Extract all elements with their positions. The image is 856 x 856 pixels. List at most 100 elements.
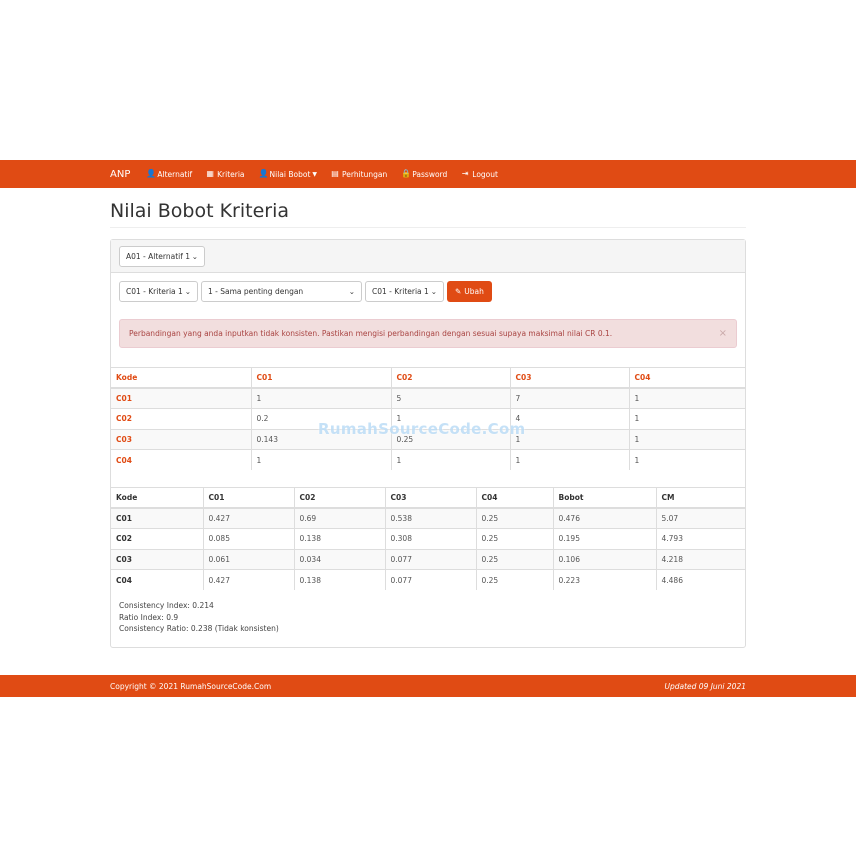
column-header: C02 [293,487,385,509]
table-cell: 4.793 [655,528,745,549]
column-header: C01 [250,367,391,389]
nav-label: Nilai Bobot [269,169,311,179]
close-icon[interactable]: × [719,328,727,339]
alternatif-select[interactable]: A01 - Alternatif 1 ⌄ [119,246,205,267]
nav-label: Kriteria [217,169,245,179]
calendar-icon: ▤ [331,169,339,178]
footer: Copyright © 2021 RumahSourceCode.Com Upd… [0,675,856,697]
table-cell: 0.138 [293,569,385,590]
table-row: C04 0.427 0.138 0.077 0.25 0.223 4.486 [111,569,745,590]
kriteria2-select[interactable]: C01 - Kriteria 1 ⌄ [365,281,444,302]
ratio-index: Ratio Index: 0.9 [119,612,179,622]
table-cell: 1 [628,449,745,470]
button-label: Ubah [464,287,484,296]
chevron-down-icon: ⌄ [348,287,355,296]
nav-perhitungan[interactable]: ▤ Perhitungan [331,170,387,179]
lock-icon: 🔒 [401,169,412,178]
table-cell: 0.061 [202,548,294,570]
table-cell: 0.308 [384,528,476,549]
table-cell: 0.25 [475,528,553,549]
table-row: C02 0.085 0.138 0.308 0.25 0.195 4.793 [111,528,745,549]
updated-text: Updated 09 Juni 2021 [664,681,746,691]
table-cell: 1 [509,428,629,450]
table-cell: 0.138 [293,528,385,549]
table-cell: 0.106 [552,548,656,570]
navbar: ANP 👤 Alternatif ▦ Kriteria 👤 Nilai Bobot ▼ … [0,160,856,188]
column-header: C04 [628,367,745,389]
nav-password[interactable]: 🔒 Password [401,170,447,179]
table-cell: 1 [628,408,745,429]
page-title: Nilai Bobot Kriteria [110,200,289,222]
consistency-ratio: Consistency Ratio: 0.238 (Tidak konsiste… [119,624,279,633]
table-cell: 5 [390,387,510,409]
nav-label: Logout [472,169,498,179]
table-cell: 0.427 [202,569,294,590]
table-cell: 0.69 [293,507,385,529]
user-icon: 👤 [146,169,157,178]
table-cell: 0.538 [384,507,476,529]
comparison-matrix-table: Kode C01 C02 C03 C04 C01 1 5 7 1 C02 0.2 1 4 1 C03… [111,367,745,470]
chevron-down-icon: ⌄ [191,252,198,261]
table-cell: 0.25 [475,548,553,570]
table-cell: 1 [509,449,629,470]
table-cell: 7 [509,387,629,409]
table-cell: 1 [250,387,391,409]
table-cell: 1 [250,449,391,470]
ubah-button[interactable]: ✎ Ubah [447,281,492,302]
row-code: C04 [111,569,203,590]
table-cell: 0.25 [475,507,553,529]
column-header: Kode [111,367,251,389]
table-header-row: Kode C01 C02 C03 C04 [111,367,745,389]
row-code: C03 [111,548,203,570]
nav-alternatif[interactable]: 👤 Alternatif [146,170,192,179]
table-row: C04 1 1 1 1 [111,449,745,470]
nav-label: Perhitungan [342,169,388,179]
main-panel: A01 - Alternatif 1 ⌄ C01 - Kriteria 1 ⌄ 1 … [110,239,746,648]
kriteria1-select[interactable]: C01 - Kriteria 1 ⌄ [119,281,198,302]
table-cell: 4.486 [655,569,745,590]
row-code: C01 [111,507,203,529]
column-header: CM [655,487,745,509]
nilai-select[interactable]: 1 - Sama penting dengan ⌄ [201,281,362,302]
consistency-index: Consistency Index: 0.214 [119,601,214,610]
row-code: C01 [111,387,251,409]
select-value: C01 - Kriteria 1 [126,287,183,296]
consistency-stats: Consistency Index: 0.214 Ratio Index: 0.… [119,600,279,635]
table-row: C01 1 5 7 1 [111,387,745,409]
column-header: C04 [475,487,553,509]
nav-label: Password [412,169,448,179]
row-code: C04 [111,449,251,470]
table-cell: 0.195 [552,528,656,549]
table-cell: 0.223 [552,569,656,590]
nav-label: Alternatif [157,169,193,179]
row-code: C02 [111,408,251,429]
divider [110,227,746,228]
chevron-down-icon: ⌄ [184,287,191,296]
column-header: Bobot [552,487,656,509]
edit-icon: ✎ [455,287,462,296]
table-cell: 5.07 [655,507,745,529]
select-value: 1 - Sama penting dengan [208,287,304,296]
chevron-down-icon: ⌄ [430,287,437,296]
grid-icon: ▦ [206,169,214,178]
nav-nilai-bobot[interactable]: 👤 Nilai Bobot ▼ [259,170,318,179]
row-code: C03 [111,428,251,450]
table-cell: 0.427 [202,507,294,529]
select-value: C01 - Kriteria 1 [372,287,429,296]
nav-logout[interactable]: ⇥ Logout [461,170,498,179]
table-cell: 0.034 [293,548,385,570]
brand-link[interactable]: ANP [110,169,130,180]
comparison-form: C01 - Kriteria 1 ⌄ 1 - Sama penting denga… [119,281,492,302]
select-value: A01 - Alternatif 1 [126,252,191,261]
table-row: C01 0.427 0.69 0.538 0.25 0.476 5.07 [111,507,745,529]
column-header: C03 [509,367,629,389]
error-alert: Perbandingan yang anda inputkan tidak ko… [119,319,737,348]
nav-kriteria[interactable]: ▦ Kriteria [206,170,244,179]
table-cell: 0.077 [384,548,476,570]
caret-down-icon: ▼ [312,170,318,178]
table-row: C03 0.061 0.034 0.077 0.25 0.106 4.218 [111,548,745,570]
alert-message: Perbandingan yang anda inputkan tidak ko… [129,329,613,338]
column-header: C03 [384,487,476,509]
table-cell: 0.476 [552,507,656,529]
table-cell: 1 [628,387,745,409]
